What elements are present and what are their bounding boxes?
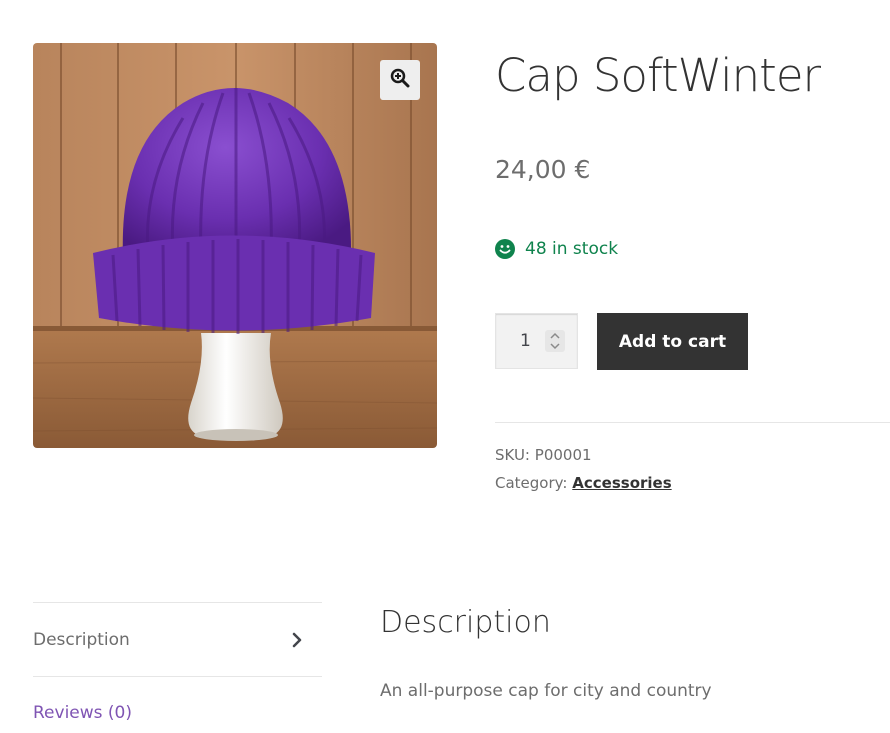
smile-icon: [495, 239, 515, 259]
tab-description-label: Description: [33, 630, 130, 650]
zoom-button[interactable]: [380, 60, 420, 100]
product-price: 24,00 €: [495, 155, 591, 184]
quantity-value: 1: [520, 331, 531, 351]
stock-text: 48 in stock: [525, 239, 619, 259]
tab-divider-top: [33, 602, 322, 603]
category-label: Category:: [495, 474, 568, 492]
tab-reviews[interactable]: Reviews (0): [33, 693, 322, 733]
add-to-cart-button[interactable]: Add to cart: [597, 313, 748, 370]
category-link[interactable]: Accessories: [572, 474, 671, 492]
stock-status: 48 in stock: [495, 236, 618, 262]
chevron-right-icon: [292, 632, 302, 648]
quantity-input[interactable]: 1: [495, 313, 578, 369]
description-heading: Description: [380, 605, 551, 640]
tab-description[interactable]: Description: [33, 620, 322, 660]
product-title: Cap SoftWinter: [495, 49, 821, 102]
product-image[interactable]: [33, 43, 437, 448]
quantity-stepper[interactable]: [545, 330, 565, 352]
category-line: Category: Accessories: [495, 472, 672, 494]
sku-label: SKU:: [495, 446, 530, 464]
sku-line: SKU: P00001: [495, 444, 592, 466]
summary-divider: [495, 422, 890, 423]
tab-divider-middle: [33, 676, 322, 677]
magnify-plus-icon: [390, 68, 410, 92]
sku-value: P00001: [534, 446, 592, 464]
tab-reviews-label: Reviews (0): [33, 703, 132, 723]
description-text: An all-purpose cap for city and country: [380, 681, 712, 701]
